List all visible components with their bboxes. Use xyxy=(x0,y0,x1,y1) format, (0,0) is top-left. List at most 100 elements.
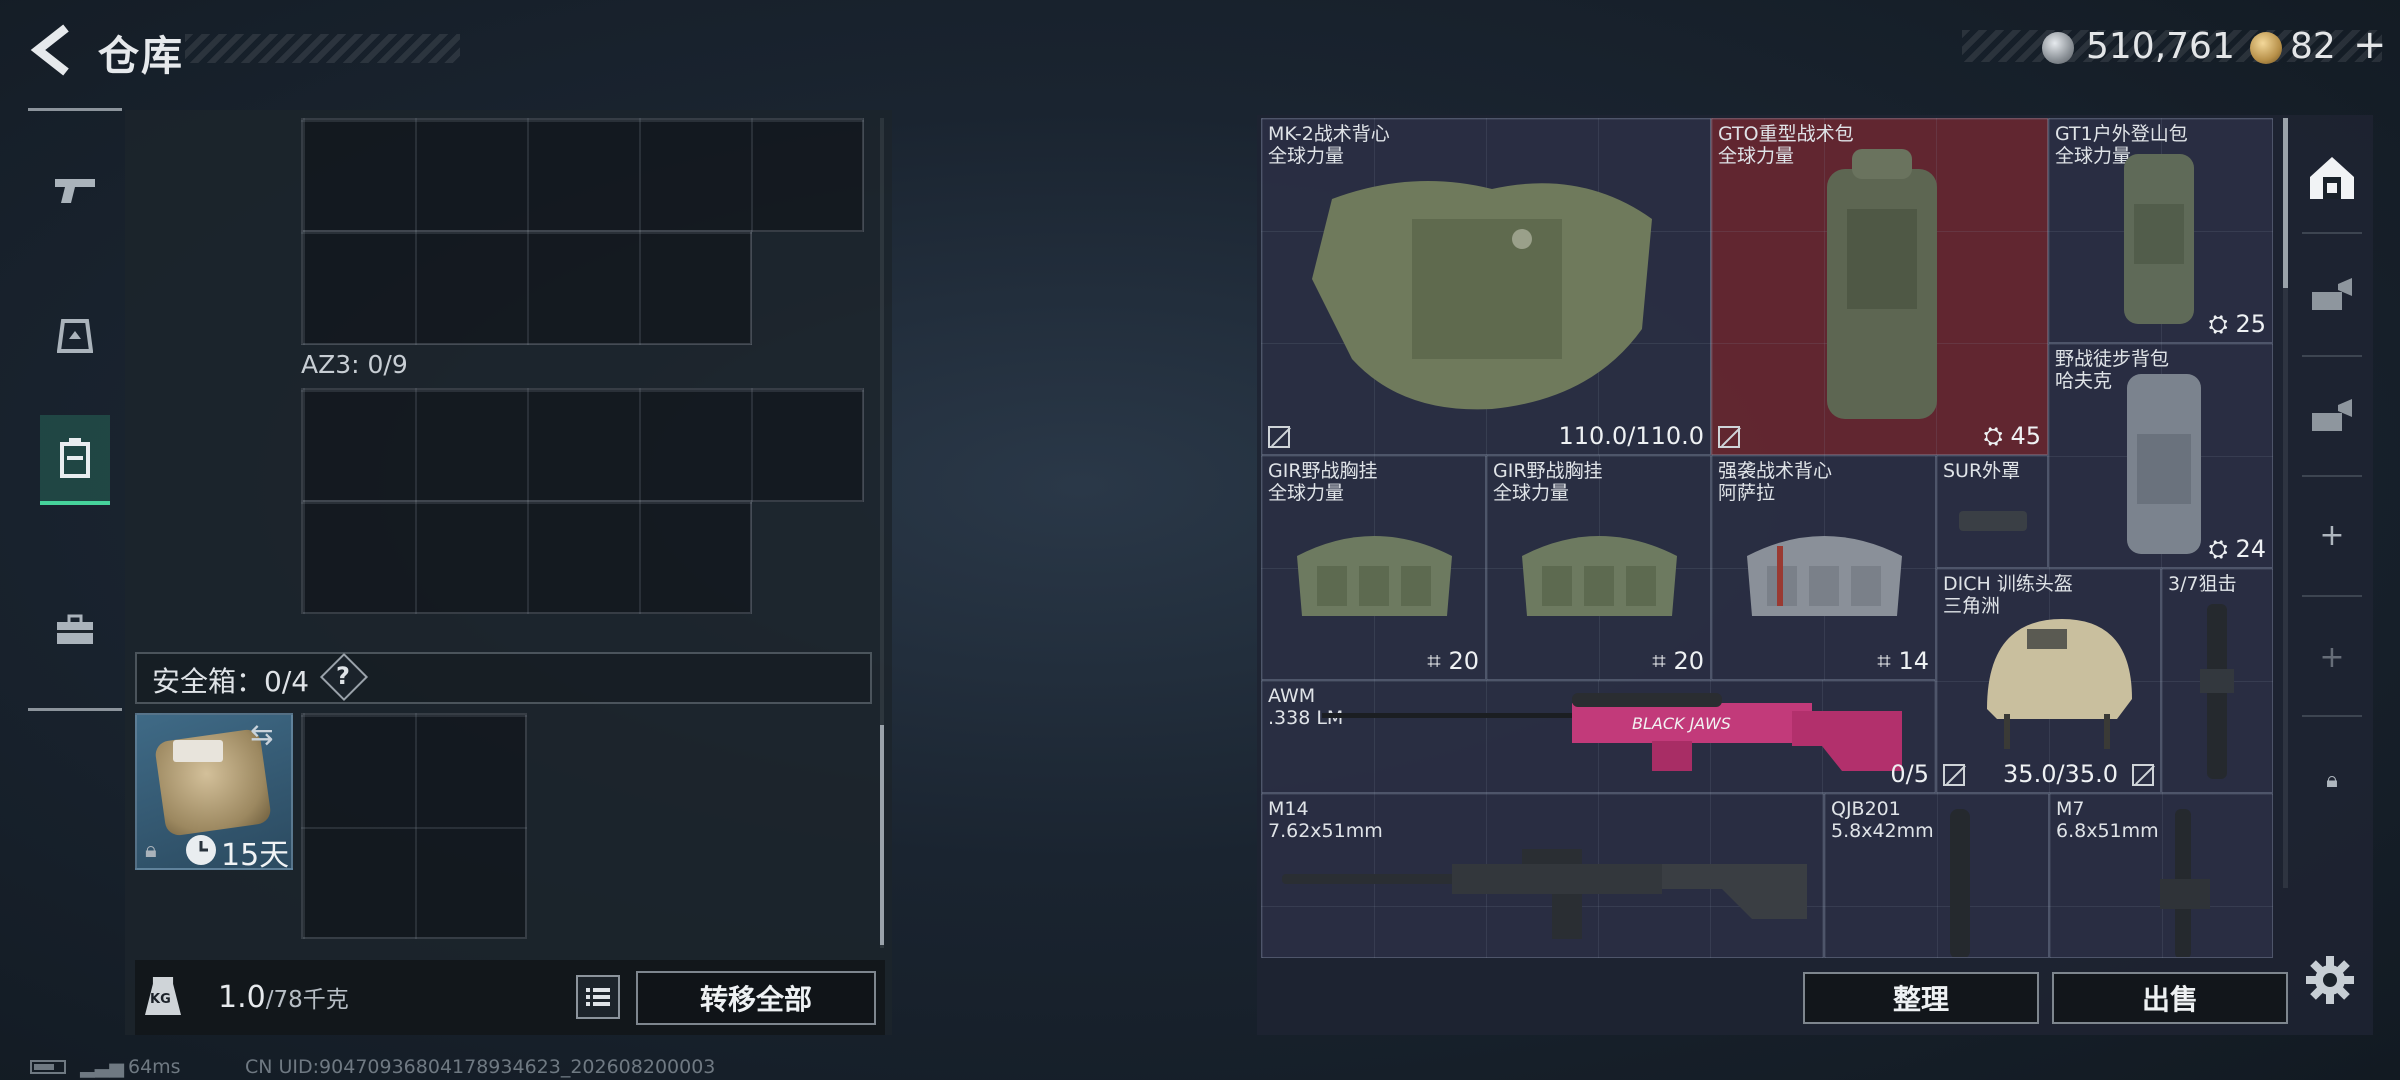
page-title: 仓库 xyxy=(98,32,184,80)
sniper-rifle-icon: BLACK JAWS xyxy=(1322,693,1902,771)
item-name: GIR野战胸挂 全球力量 xyxy=(1493,460,1603,504)
right-divider xyxy=(2302,595,2362,597)
tab-divider-bottom xyxy=(28,708,122,711)
pistol-icon xyxy=(55,179,95,203)
settings-icon[interactable] xyxy=(2300,950,2360,1010)
backpack-icon xyxy=(60,438,90,478)
item-name: M14 7.62x51mm xyxy=(1268,798,1383,842)
item-capacity: ⛭ 45 xyxy=(1983,422,2041,450)
sort-button[interactable]: 整理 xyxy=(1803,972,2039,1024)
list-icon xyxy=(586,988,610,1006)
transfer-all-button[interactable]: 转移全部 xyxy=(636,971,876,1025)
item-name: 3/7狙击 xyxy=(2168,573,2237,595)
item-gir-chestrig-2[interactable]: GIR野战胸挂 全球力量 ⌗ 20 xyxy=(1486,455,1711,680)
storage-grid-top-row2[interactable] xyxy=(301,230,752,345)
skin-name: BLACK JAWS xyxy=(1632,714,1731,733)
weight-readout: 1.0/78千克 xyxy=(218,980,349,1015)
item-awm-rifle[interactable]: AWM .338 LM BLACK JAWS 0/5 xyxy=(1261,680,1936,793)
item-m14-rifle[interactable]: M14 7.62x51mm xyxy=(1261,793,1824,958)
briefcase-icon xyxy=(57,614,93,644)
warehouse-icon[interactable] xyxy=(2302,148,2362,208)
clock-icon xyxy=(186,835,216,865)
storage-scrollbar-thumb[interactable] xyxy=(880,725,884,945)
rifle-icon xyxy=(1282,849,1807,939)
item-dich-helmet[interactable]: DICH 训练头盔 三角洲 35.0/35.0 xyxy=(1936,568,2161,793)
az3-grid-row2[interactable] xyxy=(301,500,752,614)
item-gir-chestrig-1[interactable]: GIR野战胸挂 全球力量 ⌗ 20 xyxy=(1261,455,1486,680)
back-icon[interactable] xyxy=(28,22,78,78)
item-name: GIR野战胸挂 全球力量 xyxy=(1268,460,1378,504)
safe-box-grid[interactable] xyxy=(301,713,527,939)
storage-grid-top-row1[interactable] xyxy=(301,118,864,232)
scope-icon xyxy=(2200,604,2234,779)
swap-icon[interactable]: ⇆ xyxy=(250,718,273,751)
item-gt1-backpack[interactable]: GT1户外登山包 全球力量 ⛭ 25 xyxy=(2048,118,2273,343)
right-divider xyxy=(2302,715,2362,717)
item-capacity: ⌗ 20 xyxy=(1427,647,1479,675)
add-slot-icon[interactable]: + xyxy=(2302,505,2362,565)
gold-coin-amount: 82 xyxy=(2290,26,2336,67)
no-repair-icon xyxy=(1718,426,1740,448)
ping-readout: 64ms xyxy=(128,1056,181,1078)
cover-icon xyxy=(1959,511,2027,531)
item-name: M7 6.8x51mm xyxy=(2056,798,2159,842)
chestrig-icon xyxy=(1747,536,1902,616)
crafting-icon[interactable] xyxy=(2302,264,2362,324)
no-repair-icon xyxy=(2132,764,2154,786)
title-decoration xyxy=(185,34,460,63)
tab-case[interactable] xyxy=(40,585,110,675)
item-name: 强袭战术背心 阿萨拉 xyxy=(1718,460,1833,504)
az3-grid-row1[interactable] xyxy=(301,388,864,502)
item-capacity: ⌗ 20 xyxy=(1652,647,1704,675)
add-currency-button[interactable]: + xyxy=(2353,22,2387,68)
helmet-icon xyxy=(57,319,93,353)
az3-capacity-label: AZ3: 0/9 xyxy=(301,350,408,379)
lock-icon: 🔒︎ xyxy=(145,838,157,863)
safe-box-label: 安全箱：0/4 xyxy=(152,665,310,698)
item-capacity: ⛭ 24 xyxy=(2208,535,2266,563)
weight-icon-label: KG xyxy=(150,992,171,1007)
backpack-icon xyxy=(2127,374,2201,554)
item-gto-backpack[interactable]: GTO重型战术包 全球力量 ⛭ 45 xyxy=(1711,118,2048,455)
silver-coin-amount: 510,761 xyxy=(2086,26,2235,67)
chestrig-icon xyxy=(1522,536,1677,616)
backpack-icon xyxy=(2124,154,2194,324)
gold-coin-icon xyxy=(2250,32,2282,64)
right-divider xyxy=(2302,232,2362,234)
tab-backpack[interactable] xyxy=(40,415,110,505)
item-m7[interactable]: M7 6.8x51mm xyxy=(2049,793,2273,958)
suppressor-icon xyxy=(1950,809,1970,957)
case-duration: 15天 xyxy=(221,838,290,873)
no-repair-icon xyxy=(1268,426,1290,448)
sell-button[interactable]: 出售 xyxy=(2052,972,2288,1024)
item-qjb201[interactable]: QJB201 5.8x42mm xyxy=(1824,793,2049,958)
suppressor-icon xyxy=(2160,809,2210,957)
tab-gear[interactable] xyxy=(40,290,110,380)
add-slot-icon[interactable]: + xyxy=(2302,627,2362,687)
item-capacity: ⌗ 14 xyxy=(1877,647,1929,675)
battery-icon xyxy=(30,1060,66,1074)
vest-icon xyxy=(1312,181,1652,410)
silver-coin-icon xyxy=(2042,32,2074,64)
no-repair-icon xyxy=(1943,764,1965,786)
lock-icon[interactable]: 🔒︎ xyxy=(2302,750,2362,810)
item-field-backpack[interactable]: 野战徒步背包 哈夫克 ⛭ 24 xyxy=(2048,343,2273,568)
item-assault-vest[interactable]: 强袭战术背心 阿萨拉 ⌗ 14 xyxy=(1711,455,1936,680)
item-mk2-vest[interactable]: MK-2战术背心 全球力量 110.0/110.0 xyxy=(1261,118,1711,455)
item-sniper-scope[interactable]: 3/7狙击 xyxy=(2161,568,2273,793)
inventory-scrollbar-thumb[interactable] xyxy=(2283,118,2288,288)
tab-weapons[interactable] xyxy=(40,145,110,235)
helmet-icon xyxy=(1987,619,2132,749)
crafting-icon[interactable] xyxy=(2302,385,2362,445)
item-name: QJB201 5.8x42mm xyxy=(1831,798,1934,842)
right-divider xyxy=(2302,355,2362,357)
list-view-button[interactable] xyxy=(576,975,620,1019)
uid-readout: CN UID:9047093680417893462​3_20260820000… xyxy=(245,1056,716,1078)
item-sur-cover[interactable]: SUR外罩 xyxy=(1936,455,2048,568)
item-name: SUR外罩 xyxy=(1943,460,2021,482)
item-durability: 35.0/35.0 xyxy=(2003,760,2118,788)
item-durability: 110.0/110.0 xyxy=(1558,422,1705,450)
case-tag xyxy=(173,740,223,762)
help-icon-glyph[interactable]: ? xyxy=(336,662,350,690)
backpack-icon xyxy=(1827,149,1937,419)
